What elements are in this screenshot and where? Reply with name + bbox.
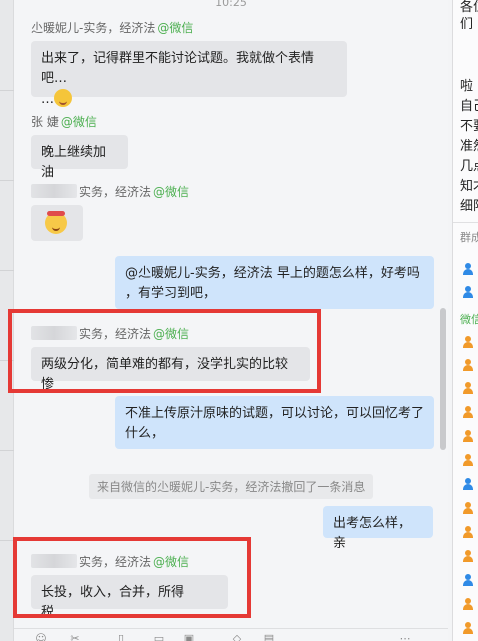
message-sender: 尐暖妮儿-实务，经济法 @微信	[31, 19, 193, 36]
message-text: 不准上传原汁原味的试题，可以讨论，可以回忆考了	[125, 406, 425, 421]
message-sender: 张 婕 @微信	[31, 113, 97, 130]
group-notice-text: 啦	[460, 79, 474, 94]
input-toolbar: ☺ ✂ ▯ ▭ ▣ ◇ ▤ ⋯	[14, 628, 448, 641]
member-avatar-icon[interactable]	[462, 430, 474, 442]
file-icon[interactable]: ▯	[114, 633, 128, 641]
member-avatar-icon[interactable]	[462, 598, 474, 610]
sender-source: @微信	[153, 185, 190, 199]
member-avatar-icon[interactable]	[462, 336, 474, 348]
group-side-panel: 各位 们 啦 自己 不要 准然 几点 知才 细阳 群成 微信	[452, 0, 478, 641]
group-notice-text: 自己	[460, 99, 478, 114]
group-notice-text: 细阳	[460, 199, 478, 214]
sender-name[interactable]: 张 婕	[31, 115, 59, 129]
member-avatar-icon[interactable]	[462, 406, 474, 418]
divider	[453, 222, 478, 223]
message-timestamp: 10:25	[215, 0, 247, 9]
message-text: 出考怎么样，亲	[333, 516, 412, 551]
member-avatar-icon[interactable]	[462, 286, 474, 298]
folder-icon[interactable]: ▭	[152, 633, 166, 641]
message-bubble[interactable]: 出来了，记得群里不能讨论试题。我就做个表情吧… …	[31, 41, 347, 107]
member-avatar-icon[interactable]	[462, 574, 474, 586]
group-notice-text: 几点	[460, 159, 478, 174]
image-icon[interactable]: ▣	[182, 633, 196, 641]
emoji-icon[interactable]: ☺	[34, 633, 48, 641]
divider	[0, 90, 14, 91]
sender-name[interactable]: 实务，经济法	[79, 185, 151, 199]
member-avatar-icon[interactable]	[462, 454, 474, 466]
divider	[0, 540, 14, 541]
shake-icon[interactable]: ◇	[230, 633, 244, 641]
member-avatar-icon[interactable]	[462, 478, 474, 490]
member-avatar-icon[interactable]	[462, 550, 474, 562]
message-text: ，有学习到吧，	[125, 286, 217, 301]
message-text: 出来了，记得群里不能讨论试题。我就做个表情吧…	[41, 51, 315, 86]
divider	[0, 180, 14, 181]
chat-record-icon[interactable]: ▤	[262, 633, 276, 641]
more-icon[interactable]: ⋯	[398, 633, 412, 641]
group-notice-text: 准然	[460, 139, 478, 154]
self-message-bubble[interactable]: 不准上传原汁原味的试题，可以讨论，可以回忆考了 什么，	[115, 396, 434, 449]
highlight-box	[13, 537, 251, 618]
sender-source: @微信	[157, 21, 194, 35]
self-message-bubble[interactable]: 出考怎么样，亲	[323, 506, 433, 551]
divider	[0, 450, 14, 451]
message-bubble[interactable]: 晚上继续加油	[31, 135, 128, 180]
message-text: 什么，	[125, 426, 165, 441]
member-avatar-icon[interactable]	[462, 502, 474, 514]
message-sender: 实务，经济法 @微信	[31, 183, 189, 200]
wechat-members-label: 微信	[460, 313, 478, 326]
message-text: …	[41, 92, 54, 107]
headband-emoji-icon	[45, 211, 67, 234]
highlight-box	[8, 309, 321, 393]
members-label: 群成	[460, 231, 478, 244]
group-notice-text: 们	[460, 17, 474, 32]
sticker-message[interactable]	[31, 205, 83, 241]
sender-source: @微信	[60, 115, 97, 129]
message-text: 晚上继续加油	[41, 145, 107, 180]
member-avatar-icon[interactable]	[462, 263, 474, 275]
chat-scrollbar[interactable]	[440, 308, 446, 450]
member-avatar-icon[interactable]	[462, 622, 474, 634]
system-recall-notice: 来自微信的尐暖妮儿-实务，经济法撤回了一条消息	[89, 474, 374, 499]
group-notice-text: 知才	[460, 179, 478, 194]
member-avatar-icon[interactable]	[462, 359, 474, 371]
smile-emoji-icon	[54, 89, 72, 107]
member-avatar-icon[interactable]	[462, 526, 474, 538]
scissors-icon[interactable]: ✂	[68, 633, 82, 641]
group-notice-text: 不要	[460, 119, 478, 134]
self-message-bubble[interactable]: @尐暖妮儿-实务，经济法 早上的题怎么样，好考吗 ，有学习到吧，	[115, 256, 434, 309]
message-text: @尐暖妮儿-实务，经济法 早上的题怎么样，好考吗	[125, 266, 420, 281]
blurred-name	[31, 184, 77, 198]
sender-name[interactable]: 尐暖妮儿-实务，经济法	[31, 21, 155, 35]
divider	[0, 270, 14, 271]
member-avatar-icon[interactable]	[462, 382, 474, 394]
